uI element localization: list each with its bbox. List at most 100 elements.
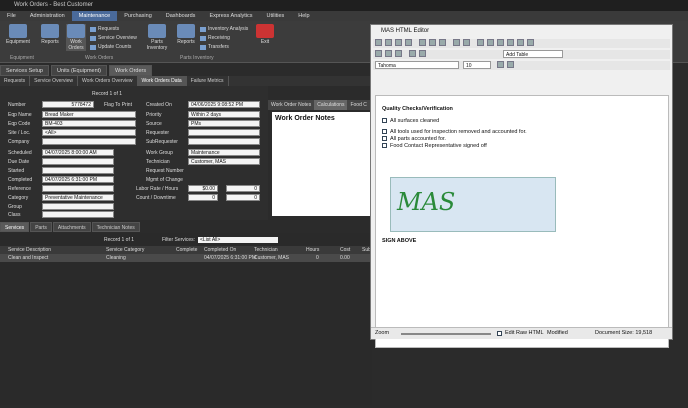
- new-icon[interactable]: [375, 39, 382, 46]
- undo-icon[interactable]: [453, 39, 460, 46]
- underline-icon[interactable]: [497, 39, 504, 46]
- menu-utilities[interactable]: Utilities: [260, 11, 292, 21]
- reference-field[interactable]: [42, 185, 114, 192]
- subscript-icon[interactable]: [517, 39, 524, 46]
- menu-help[interactable]: Help: [291, 11, 316, 21]
- list-icon[interactable]: [409, 50, 416, 57]
- menu-dashboards[interactable]: Dashboards: [159, 11, 203, 21]
- update-counts-button[interactable]: Update Counts: [90, 44, 131, 50]
- subtab-service-overview[interactable]: Service Overview: [30, 76, 79, 86]
- superscript-icon[interactable]: [527, 39, 534, 46]
- tab-work-order-notes[interactable]: Work Order Notes: [268, 100, 314, 110]
- col-service-description[interactable]: Service Description: [8, 247, 51, 253]
- font-color-icon[interactable]: [497, 61, 504, 68]
- site-field[interactable]: <All>: [42, 129, 136, 136]
- service-overview-button[interactable]: Service Overview: [90, 35, 137, 41]
- work-group-field[interactable]: Maintenance: [188, 149, 260, 156]
- menu-maintenance[interactable]: Maintenance: [71, 11, 118, 21]
- tab-units[interactable]: Units (Equipment): [51, 65, 108, 76]
- exit-button[interactable]: Exit: [256, 24, 274, 45]
- align-right-icon[interactable]: [395, 50, 402, 57]
- table-row[interactable]: Clean and Inspect Cleaning 04/07/2025 6:…: [0, 254, 372, 262]
- subtab-work-orders-overview[interactable]: Work Orders Overview: [78, 76, 138, 86]
- parts-reports-button[interactable]: Reports: [174, 24, 198, 45]
- eqp-code-field[interactable]: BM-403: [42, 120, 136, 127]
- col-complete[interactable]: Complete: [176, 247, 197, 253]
- tab-services[interactable]: Services: [0, 222, 30, 232]
- reports-button[interactable]: Reports: [38, 24, 62, 45]
- copy-icon[interactable]: [429, 39, 436, 46]
- paste-icon[interactable]: [439, 39, 446, 46]
- check-4-checkbox[interactable]: [382, 143, 387, 148]
- cut-icon[interactable]: [419, 39, 426, 46]
- notes-pane[interactable]: Work Order Notes: [272, 112, 370, 216]
- inventory-analysis-button[interactable]: Inventory Analysis: [200, 26, 248, 32]
- zoom-slider[interactable]: [401, 333, 491, 335]
- filter-select[interactable]: <List All>: [198, 237, 278, 243]
- transfers-button[interactable]: Transfers: [200, 44, 229, 50]
- technician-field[interactable]: Customer, MAS: [188, 158, 260, 165]
- save-icon[interactable]: [395, 39, 402, 46]
- started-field[interactable]: [42, 167, 114, 174]
- bold-icon[interactable]: [477, 39, 484, 46]
- check-2-checkbox[interactable]: [382, 129, 387, 134]
- font-family-select[interactable]: Tahoma: [375, 61, 459, 69]
- font-size-select[interactable]: 10: [463, 61, 491, 69]
- signature-box[interactable]: MAS: [390, 177, 556, 232]
- col-hours[interactable]: Hours: [306, 247, 319, 253]
- company-field[interactable]: [42, 138, 136, 145]
- mgmt-of-change-checkbox[interactable]: Mgmt of Change: [146, 177, 183, 183]
- check-3-checkbox[interactable]: [382, 136, 387, 141]
- count-field[interactable]: 0: [188, 194, 218, 201]
- scheduled-field[interactable]: 04/07/2025 8:00:00 AM: [42, 149, 114, 156]
- tab-food[interactable]: Food C: [347, 100, 369, 110]
- menu-express-analytics[interactable]: Express Analytics: [202, 11, 259, 21]
- check-1-checkbox[interactable]: [382, 118, 387, 123]
- work-orders-button[interactable]: Work Orders: [66, 24, 86, 51]
- highlight-icon[interactable]: [507, 61, 514, 68]
- parts-inventory-button[interactable]: Parts Inventory: [144, 24, 170, 51]
- priority-field[interactable]: Within 2 days: [188, 111, 260, 118]
- strikethrough-icon[interactable]: [507, 39, 514, 46]
- editor-content[interactable]: Quality Checks/Verification All surfaces…: [375, 95, 669, 348]
- align-center-icon[interactable]: [385, 50, 392, 57]
- source-field[interactable]: PMs: [188, 120, 260, 127]
- subtab-failure-metrics[interactable]: Failure Metrics: [187, 76, 229, 86]
- col-cost[interactable]: Cost: [340, 247, 350, 253]
- col-technician[interactable]: Technician: [254, 247, 278, 253]
- category-field[interactable]: Preventative Maintenance: [42, 194, 114, 201]
- indent-icon[interactable]: [419, 50, 426, 57]
- print-icon[interactable]: [405, 39, 412, 46]
- downtime-field[interactable]: 0: [226, 194, 260, 201]
- tab-services-setup[interactable]: Services Setup: [0, 65, 49, 76]
- align-left-icon[interactable]: [375, 50, 382, 57]
- menu-administration[interactable]: Administration: [23, 11, 72, 21]
- due-date-field[interactable]: [42, 158, 114, 165]
- tab-parts[interactable]: Parts: [30, 222, 52, 232]
- redo-icon[interactable]: [463, 39, 470, 46]
- tab-calculations[interactable]: Calculations: [314, 100, 348, 110]
- subtab-work-orders-data[interactable]: Work Orders Data: [137, 76, 187, 86]
- flag-to-print-checkbox[interactable]: Flag To Print: [104, 102, 132, 108]
- menu-file[interactable]: File: [0, 11, 23, 21]
- receiving-button[interactable]: Receiving: [200, 35, 230, 41]
- requester-field[interactable]: [188, 129, 260, 136]
- labor-rate-field[interactable]: $0.00: [188, 185, 218, 192]
- number-field[interactable]: 5778472: [42, 101, 94, 108]
- completed-field[interactable]: 04/07/2025 6:31:00 PM: [42, 176, 114, 183]
- requests-button[interactable]: Requests: [90, 26, 119, 32]
- group-field[interactable]: [42, 203, 114, 210]
- created-on-field[interactable]: 04/06/2025 9:08:52 PM: [188, 101, 260, 108]
- tab-work-orders[interactable]: Work Orders: [109, 65, 153, 76]
- equipment-button[interactable]: Equipment: [4, 24, 32, 45]
- italic-icon[interactable]: [487, 39, 494, 46]
- eqp-name-field[interactable]: Bread Maker: [42, 111, 136, 118]
- class-field[interactable]: [42, 211, 114, 218]
- col-service-category[interactable]: Service Category: [106, 247, 144, 253]
- open-icon[interactable]: [385, 39, 392, 46]
- tab-technician-notes[interactable]: Technician Notes: [91, 222, 140, 232]
- table-style-select[interactable]: Add Table: [503, 50, 563, 58]
- subrequester-field[interactable]: [188, 138, 260, 145]
- tab-attachments[interactable]: Attachments: [52, 222, 91, 232]
- edit-raw-html-checkbox[interactable]: [497, 331, 502, 336]
